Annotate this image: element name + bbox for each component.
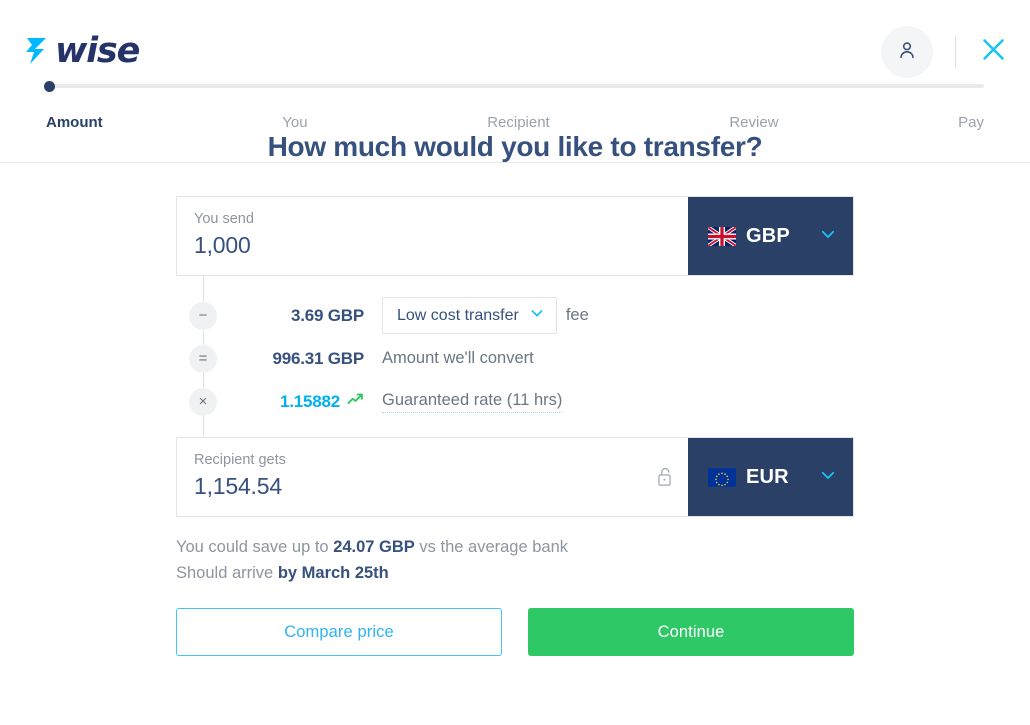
compare-price-button[interactable]: Compare price [176, 608, 502, 657]
step-label-list: Amount You Recipient Review Pay [46, 88, 984, 131]
equals-operator-icon: = [189, 344, 217, 373]
convert-description: Amount we'll convert [382, 349, 534, 367]
gb-flag-icon [708, 226, 736, 246]
chevron-down-icon [529, 305, 545, 326]
convert-amount: 996.31 GBP [272, 348, 364, 368]
unlocked-padlock-icon[interactable] [655, 466, 674, 492]
trending-up-icon [347, 391, 364, 413]
header-actions [881, 26, 1016, 78]
savings-suffix: vs the average bank [414, 538, 569, 556]
send-amount-field[interactable]: You send 1,000 [177, 197, 688, 275]
page-title: How much would you like to transfer? [267, 131, 763, 162]
rate-number: 1.15882 [279, 391, 340, 411]
person-icon [896, 39, 918, 66]
wise-logo[interactable]: wise [24, 30, 140, 71]
wise-arrow-icon [24, 37, 50, 65]
send-amount-label: You send [194, 211, 254, 227]
send-amount-row: You send 1,000 GBP [176, 196, 854, 276]
multiply-operator-icon: × [189, 387, 217, 416]
close-button[interactable] [978, 37, 1008, 67]
summary-notes: You could save up to 24.07 GBP vs the av… [176, 535, 854, 586]
progress-dot [44, 81, 55, 92]
send-currency-code: GBP [746, 224, 790, 247]
minus-operator-icon: − [189, 301, 217, 330]
step-you[interactable]: You [282, 114, 307, 131]
step-recipient[interactable]: Recipient [487, 114, 550, 131]
receive-currency-selector[interactable]: EUR [688, 438, 853, 516]
avatar[interactable] [881, 26, 933, 78]
transfer-calculator: You send 1,000 GBP − 3.69 GBP Low cost t… [176, 196, 854, 657]
fee-suffix-label: fee [565, 306, 589, 324]
breakdown-row-rate: × 1.15882 Guaranteed rate (11 hrs) [176, 380, 854, 423]
header-rule [0, 162, 1030, 163]
arrival-prefix: Should arrive [176, 563, 278, 582]
savings-note: You could save up to 24.07 GBP vs the av… [176, 535, 854, 561]
action-buttons: Compare price Continue [176, 608, 854, 657]
fee-type-select[interactable]: Low cost transfer [382, 297, 557, 334]
savings-amount: 24.07 GBP [333, 538, 415, 556]
progress-stepper: Amount You Recipient Review Pay [0, 81, 1030, 131]
receive-currency-code: EUR [746, 465, 789, 488]
send-amount-input[interactable]: 1,000 [194, 232, 671, 260]
progress-track [44, 81, 984, 92]
eu-flag-icon [708, 467, 736, 487]
step-review[interactable]: Review [729, 114, 778, 131]
chevron-down-icon [819, 225, 837, 248]
close-x-icon [980, 36, 1007, 68]
savings-prefix: You could save up to [176, 538, 334, 556]
step-amount[interactable]: Amount [46, 114, 103, 131]
guaranteed-rate-label[interactable]: Guaranteed rate (11 hrs) [382, 391, 563, 413]
receive-amount-input[interactable]: 1,154.54 [194, 473, 671, 501]
breakdown-row-convert: = 996.31 GBP Amount we'll convert [176, 337, 854, 380]
wise-wordmark: wise [55, 30, 140, 71]
receive-amount-field[interactable]: Recipient gets 1,154.54 [177, 438, 688, 516]
send-currency-selector[interactable]: GBP [688, 197, 853, 275]
fee-type-label: Low cost transfer [397, 306, 519, 324]
continue-button[interactable]: Continue [528, 608, 854, 657]
fee-description: Low cost transfer fee [382, 297, 589, 334]
header-divider [955, 35, 956, 69]
exchange-rate-value: 1.15882 [236, 391, 364, 413]
receive-amount-label: Recipient gets [194, 452, 286, 468]
fee-amount: 3.69 GBP [290, 305, 364, 325]
receive-amount-row: Recipient gets 1,154.54 EUR [176, 437, 854, 517]
rate-description: Guaranteed rate (11 hrs) [382, 391, 563, 413]
fee-breakdown: − 3.69 GBP Low cost transfer fee = 996.3… [176, 274, 854, 441]
arrival-note: Should arrive by March 25th [176, 561, 854, 587]
main-content: How much would you like to transfer? You… [0, 103, 1030, 657]
arrival-date: by March 25th [277, 563, 389, 582]
breakdown-row-fee: − 3.69 GBP Low cost transfer fee [176, 294, 854, 337]
chevron-down-icon [819, 466, 837, 489]
step-pay[interactable]: Pay [958, 114, 984, 131]
app-header: wise Amount You Recipient Review Pay [0, 0, 1030, 163]
